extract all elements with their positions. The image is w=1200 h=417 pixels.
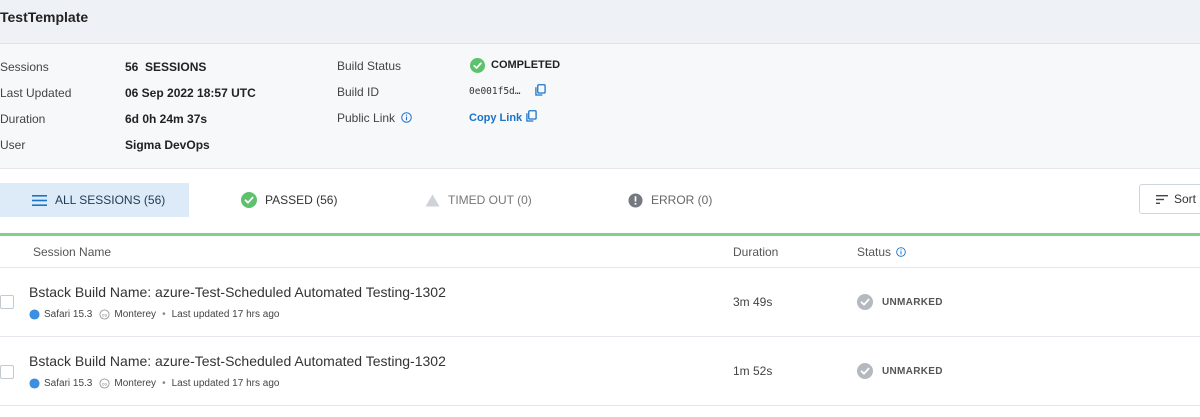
session-meta: Safari 15.3 os Monterey • Last updated 1… bbox=[29, 378, 279, 389]
check-circle-icon bbox=[470, 58, 485, 73]
safari-icon bbox=[29, 378, 40, 389]
status-badge: UNMARKED bbox=[857, 363, 943, 379]
sort-icon bbox=[1156, 194, 1168, 204]
session-name[interactable]: Bstack Build Name: azure-Test-Scheduled … bbox=[29, 353, 446, 369]
os-name: Monterey bbox=[114, 378, 157, 389]
filter-bar: ALL SESSIONS (56) PASSED (56) TIMED OUT … bbox=[0, 169, 1200, 233]
tab-passed[interactable]: PASSED (56) bbox=[241, 183, 337, 217]
sort-button[interactable]: Sort bbox=[1139, 184, 1200, 214]
tab-error-label: ERROR (0) bbox=[651, 193, 713, 207]
macos-icon: os bbox=[99, 378, 110, 389]
copy-link-button[interactable]: Copy Link bbox=[469, 112, 522, 124]
check-circle-icon bbox=[241, 192, 257, 208]
safari-icon bbox=[29, 309, 40, 320]
session-duration: 3m 49s bbox=[733, 295, 773, 309]
error-circle-icon bbox=[628, 192, 643, 208]
info-icon[interactable] bbox=[896, 247, 907, 257]
build-status-value: COMPLETED bbox=[491, 59, 561, 71]
table-row[interactable]: Bstack Build Name: azure-Test-Scheduled … bbox=[0, 268, 1200, 337]
build-info-panel: Sessions 56 SESSIONS Last Updated 06 Sep… bbox=[0, 44, 1200, 169]
tab-passed-label: PASSED (56) bbox=[265, 193, 338, 207]
sessions-unit: SESSIONS bbox=[145, 60, 207, 74]
session-duration: 1m 52s bbox=[733, 364, 773, 378]
tab-all-sessions[interactable]: ALL SESSIONS (56) bbox=[0, 183, 189, 217]
meta-separator: • bbox=[162, 309, 166, 320]
last-updated-label: Last Updated bbox=[0, 86, 72, 100]
unmarked-check-icon bbox=[857, 294, 873, 310]
user-value: Sigma DevOps bbox=[125, 138, 210, 152]
column-duration[interactable]: Duration bbox=[733, 245, 778, 259]
column-status[interactable]: Status bbox=[857, 245, 907, 259]
browser-name: Safari 15.3 bbox=[44, 378, 93, 389]
status-label: UNMARKED bbox=[882, 365, 943, 377]
build-id-value: 0e001f5d… bbox=[469, 86, 521, 97]
macos-icon: os bbox=[99, 309, 110, 320]
sessions-label: Sessions bbox=[0, 60, 49, 74]
copy-link-icon[interactable] bbox=[526, 110, 537, 122]
column-status-label: Status bbox=[857, 245, 892, 259]
tab-all-sessions-label: ALL SESSIONS (56) bbox=[55, 193, 166, 207]
page-title: TestTemplate bbox=[0, 9, 89, 25]
sessions-value: 56 SESSIONS bbox=[125, 60, 206, 74]
meta-separator: • bbox=[162, 378, 166, 389]
svg-text:os: os bbox=[102, 382, 108, 387]
user-label: User bbox=[0, 138, 26, 152]
row-checkbox[interactable] bbox=[0, 365, 14, 379]
unmarked-check-icon bbox=[857, 363, 873, 379]
tab-timed-out[interactable]: TIMED OUT (0) bbox=[425, 183, 532, 217]
duration-label: Duration bbox=[0, 112, 46, 126]
os-name: Monterey bbox=[114, 309, 157, 320]
info-icon[interactable] bbox=[401, 112, 412, 123]
last-updated: Last updated 17 hrs ago bbox=[171, 378, 280, 389]
copy-build-id-icon[interactable] bbox=[535, 84, 546, 96]
status-badge: UNMARKED bbox=[857, 294, 943, 310]
session-name[interactable]: Bstack Build Name: azure-Test-Scheduled … bbox=[29, 284, 446, 300]
warning-icon bbox=[425, 194, 440, 207]
sort-label: Sort bbox=[1174, 192, 1197, 206]
title-bar: TestTemplate bbox=[0, 0, 1200, 44]
build-status-label: Build Status bbox=[337, 59, 402, 73]
duration-value: 6d 0h 24m 37s bbox=[125, 112, 208, 126]
browser-name: Safari 15.3 bbox=[44, 309, 93, 320]
session-meta: Safari 15.3 os Monterey • Last updated 1… bbox=[29, 309, 279, 320]
row-checkbox[interactable] bbox=[0, 295, 14, 309]
tab-error[interactable]: ERROR (0) bbox=[628, 183, 712, 217]
svg-text:os: os bbox=[102, 313, 108, 318]
public-link-label: Public Link bbox=[337, 111, 396, 125]
tab-timed-out-label: TIMED OUT (0) bbox=[448, 193, 532, 207]
table-header: Session Name Duration Status bbox=[0, 236, 1200, 268]
column-session-name[interactable]: Session Name bbox=[33, 245, 111, 259]
build-id-label: Build ID bbox=[337, 85, 380, 99]
status-label: UNMARKED bbox=[882, 296, 943, 308]
last-updated: Last updated 17 hrs ago bbox=[171, 309, 280, 320]
table-row[interactable]: Bstack Build Name: azure-Test-Scheduled … bbox=[0, 337, 1200, 406]
hamburger-icon bbox=[32, 194, 47, 206]
sessions-count: 56 bbox=[125, 60, 139, 74]
last-updated-value: 06 Sep 2022 18:57 UTC bbox=[125, 86, 256, 100]
